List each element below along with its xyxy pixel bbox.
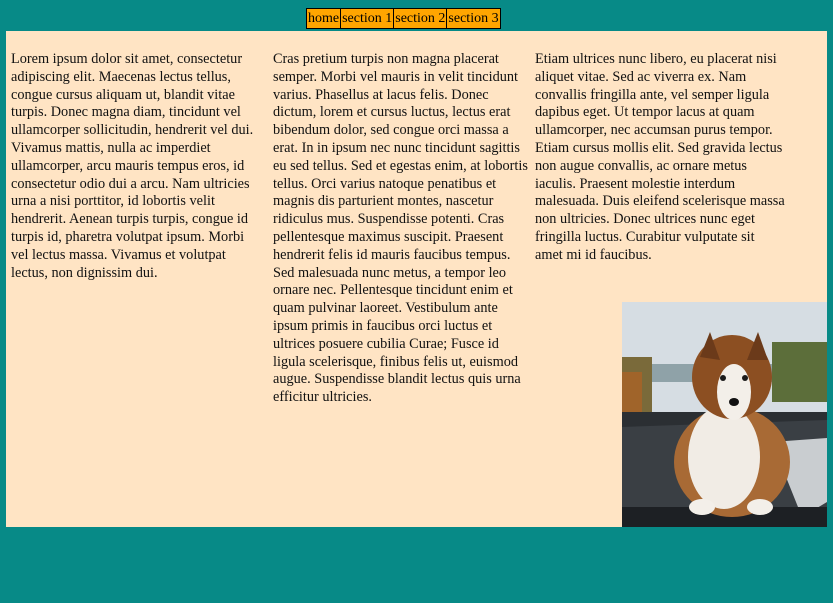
text-column-2: Cras pretium turpis non magna placerat s… <box>273 51 528 406</box>
text-column-3: Etiam ultrices nunc libero, eu placerat … <box>535 51 785 263</box>
nav-section-2-link[interactable]: section 2 <box>393 9 446 28</box>
top-nav: home section 1 section 2 section 3 <box>306 8 501 29</box>
nav-home-link[interactable]: home <box>307 9 340 28</box>
dog-photo <box>622 302 827 527</box>
content-panel: Lorem ipsum dolor sit amet, consectetur … <box>6 31 827 527</box>
text-column-1: Lorem ipsum dolor sit amet, consectetur … <box>11 51 254 281</box>
nav-section-1-link[interactable]: section 1 <box>340 9 393 28</box>
nav-section-3-link[interactable]: section 3 <box>446 9 499 28</box>
